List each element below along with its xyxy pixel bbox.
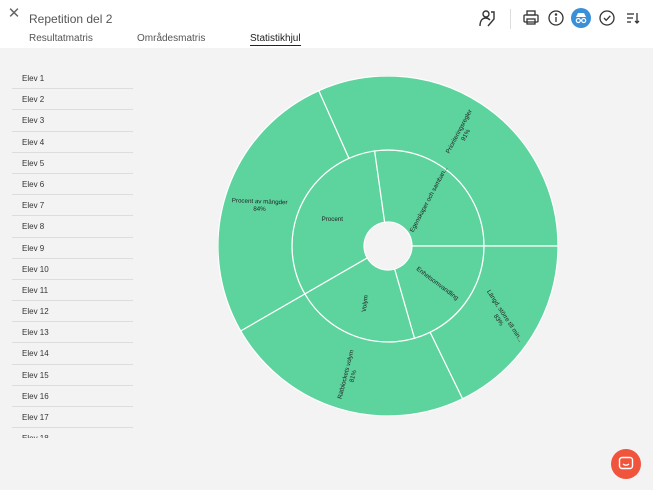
inner-segment-label: Procent bbox=[322, 216, 344, 223]
check-icon[interactable] bbox=[597, 8, 617, 28]
student-row[interactable]: Elev 11 bbox=[12, 280, 133, 302]
student-row[interactable]: Elev 12 bbox=[12, 301, 133, 323]
student-row[interactable]: Elev 7 bbox=[12, 195, 133, 217]
student-row[interactable]: Elev 10 bbox=[12, 259, 133, 280]
chat-icon bbox=[618, 456, 634, 470]
student-row[interactable]: Elev 3 bbox=[12, 110, 133, 132]
toolbar-divider bbox=[510, 9, 511, 29]
student-row[interactable]: Elev 18 bbox=[12, 428, 133, 438]
student-row[interactable]: Elev 13 bbox=[12, 322, 133, 344]
student-row[interactable]: Elev 8 bbox=[12, 216, 133, 238]
sort-icon[interactable] bbox=[623, 8, 643, 28]
close-icon[interactable]: ✕ bbox=[6, 6, 22, 22]
tab-statistikhjul[interactable]: Statistikhjul bbox=[250, 33, 301, 46]
teacher-icon[interactable] bbox=[477, 8, 497, 28]
student-row[interactable]: Elev 6 bbox=[12, 174, 133, 196]
student-row[interactable]: Elev 1 bbox=[12, 68, 133, 90]
student-row[interactable]: Elev 17 bbox=[12, 407, 133, 429]
student-list: Elev 1 Elev 2 Elev 3 Elev 4 Elev 5 Elev 6 Elev… bbox=[12, 68, 133, 438]
anonymous-icon[interactable] bbox=[571, 8, 591, 28]
print-icon[interactable] bbox=[521, 8, 541, 28]
info-icon[interactable] bbox=[546, 8, 566, 28]
student-row[interactable]: Elev 14 bbox=[12, 343, 133, 365]
chat-button[interactable] bbox=[611, 449, 641, 479]
top-bar: ✕ Repetition del 2 Resultatmatris Område… bbox=[0, 0, 653, 48]
student-row[interactable]: Elev 9 bbox=[12, 238, 133, 259]
tab-resultatmatris[interactable]: Resultatmatris bbox=[29, 33, 93, 44]
student-row[interactable]: Elev 16 bbox=[12, 386, 133, 407]
student-row[interactable]: Elev 4 bbox=[12, 132, 133, 153]
page-title: Repetition del 2 bbox=[29, 12, 113, 26]
tab-omradesmatris[interactable]: Områdesmatris bbox=[137, 33, 205, 44]
wheel-center bbox=[364, 222, 412, 270]
statistics-wheel: Procent Egenskaper och samban...Enhetsomv… bbox=[218, 76, 558, 416]
student-row[interactable]: Elev 15 bbox=[12, 365, 133, 386]
student-row[interactable]: Elev 2 bbox=[12, 89, 133, 111]
student-row[interactable]: Elev 5 bbox=[12, 153, 133, 174]
